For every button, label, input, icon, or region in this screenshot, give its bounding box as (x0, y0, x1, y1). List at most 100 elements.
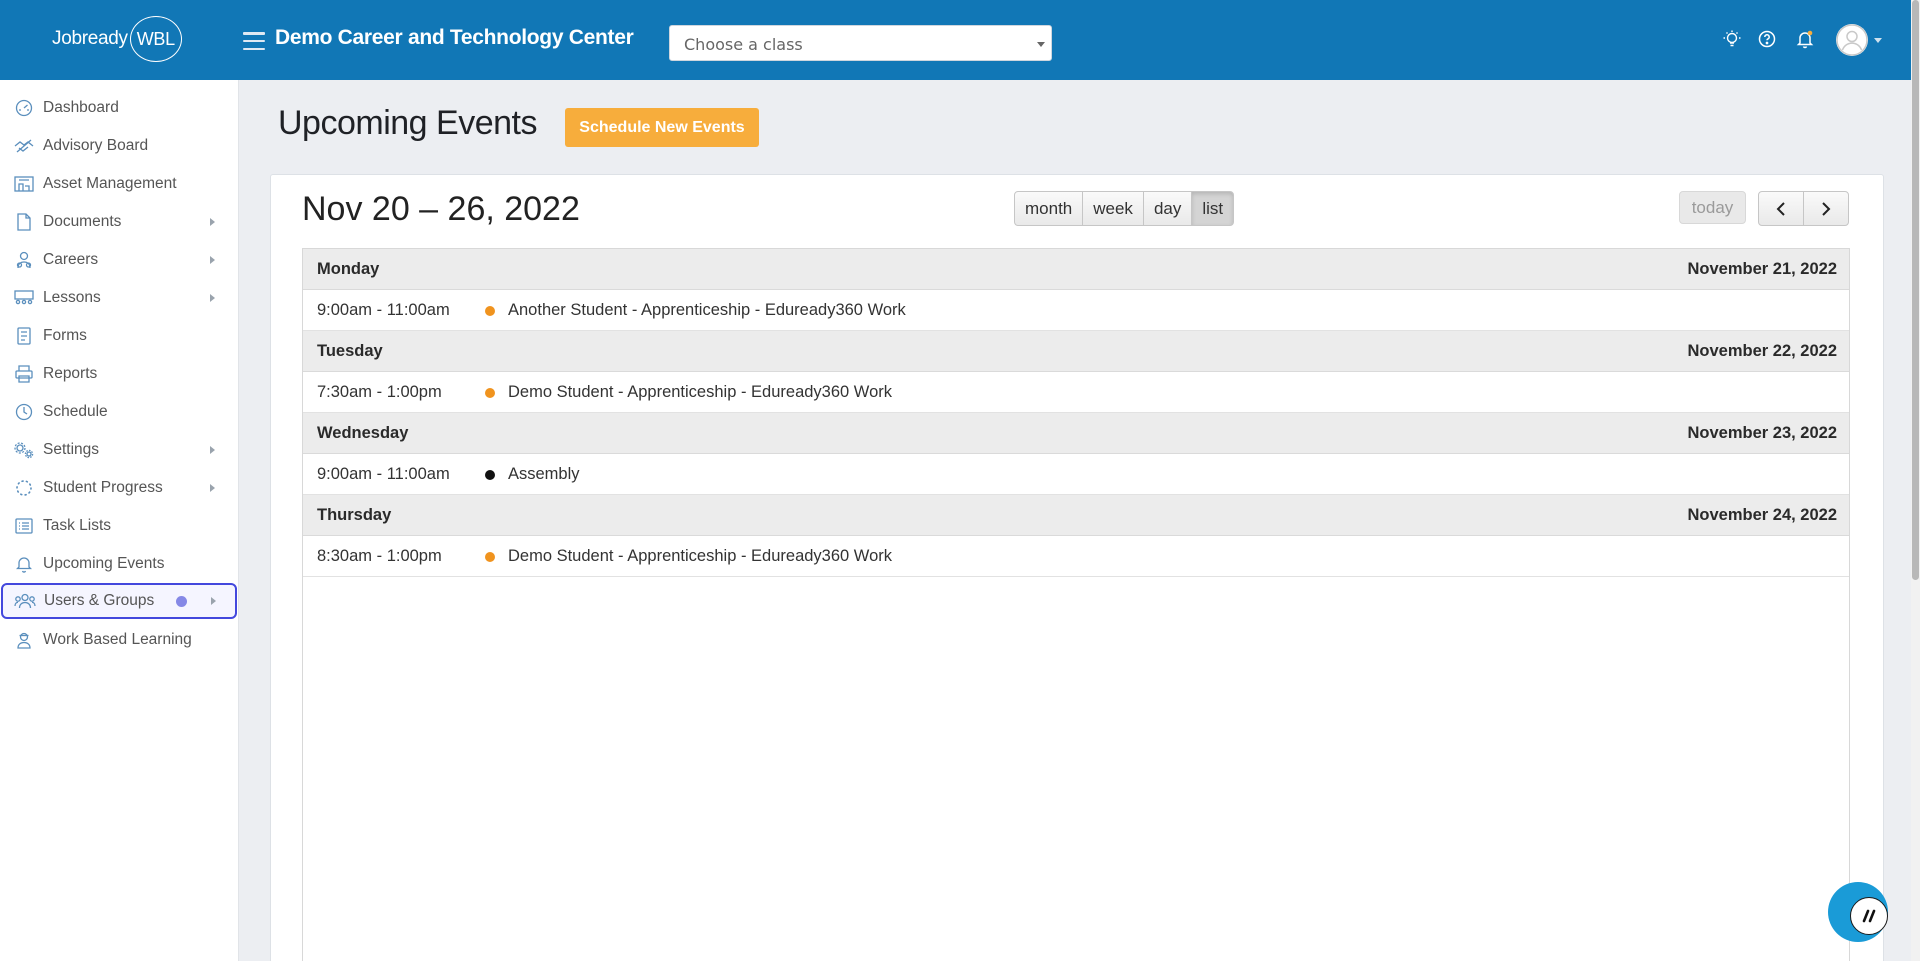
event-color-dot (485, 552, 495, 562)
lightbulb-icon[interactable] (1721, 28, 1743, 50)
event-row[interactable]: 7:30am - 1:00pm Demo Student - Apprentic… (303, 372, 1849, 413)
help-icon[interactable] (1756, 28, 1778, 50)
chevron-left-icon (1776, 201, 1785, 216)
gears-icon (13, 439, 35, 461)
chevron-right-icon (210, 484, 215, 492)
day-name: Wednesday (317, 424, 409, 442)
sidebar-item-label: Student Progress (43, 479, 163, 496)
bell-icon[interactable] (1794, 28, 1816, 50)
users-icon (14, 590, 36, 612)
sidebar-item-advisory-board[interactable]: Advisory Board (0, 129, 239, 163)
sidebar-item-label: Dashboard (43, 99, 119, 116)
sidebar-item-label: Reports (43, 365, 98, 382)
sidebar-item-label: Upcoming Events (43, 555, 165, 572)
organization-title: Demo Career and Technology Center (275, 26, 634, 49)
sidebar-item-asset-management[interactable]: Asset Management (0, 167, 239, 201)
day-header-thursday: Thursday November 24, 2022 (303, 495, 1849, 536)
chevron-right-icon (210, 256, 215, 264)
sidebar-item-schedule[interactable]: Schedule (0, 395, 239, 429)
sidebar-item-upcoming-events[interactable]: Upcoming Events (0, 547, 239, 581)
sidebar-item-label: Lessons (43, 289, 101, 306)
app-logo[interactable]: Jobready WBL (52, 15, 182, 63)
sidebar-item-reports[interactable]: Reports (0, 357, 239, 391)
event-list: Monday November 21, 2022 9:00am - 11:00a… (302, 248, 1850, 961)
event-title: Assembly (508, 465, 580, 483)
sidebar-item-label: Settings (43, 441, 100, 458)
event-color-dot (485, 306, 495, 316)
today-button[interactable]: today (1679, 191, 1746, 224)
day-header-tuesday: Tuesday November 22, 2022 (303, 331, 1849, 372)
sidebar-item-label: Asset Management (43, 175, 177, 192)
view-month-button[interactable]: month (1014, 191, 1084, 226)
event-row[interactable]: 8:30am - 1:00pm Demo Student - Apprentic… (303, 536, 1849, 577)
day-date: November 21, 2022 (1687, 260, 1837, 278)
handshake-icon (13, 135, 35, 157)
sidebar-item-lessons[interactable]: Lessons (0, 281, 239, 315)
event-color-dot (485, 388, 495, 398)
sidebar-item-settings[interactable]: Settings (0, 433, 239, 467)
sidebar-item-work-based-learning[interactable]: Work Based Learning (0, 623, 239, 657)
class-select-dropdown[interactable]: Choose a class (669, 25, 1052, 61)
list-icon (13, 515, 35, 537)
sidebar-item-documents[interactable]: Documents (0, 205, 239, 239)
sidebar-item-student-progress[interactable]: Student Progress (0, 471, 239, 505)
page-scrollbar-thumb[interactable] (1912, 0, 1919, 580)
event-time: 7:30am - 1:00pm (317, 383, 442, 401)
printer-icon (13, 363, 35, 385)
career-person-icon (13, 249, 35, 271)
event-time: 8:30am - 1:00pm (317, 547, 442, 565)
day-date: November 23, 2022 (1687, 424, 1837, 442)
sidebar-item-label: Work Based Learning (43, 631, 192, 648)
sidebar-item-careers[interactable]: Careers (0, 243, 239, 277)
event-title: Another Student - Apprenticeship - Edure… (508, 301, 906, 319)
day-header-wednesday: Wednesday November 23, 2022 (303, 413, 1849, 454)
calendar-view-switcher: month week day list (1014, 191, 1235, 226)
sidebar-item-forms[interactable]: Forms (0, 319, 239, 353)
user-menu-chevron-icon[interactable] (1874, 38, 1882, 43)
logo-badge: WBL (129, 16, 182, 62)
event-row[interactable]: 9:00am - 11:00am Another Student - Appre… (303, 290, 1849, 331)
event-row[interactable]: 9:00am - 11:00am Assembly (303, 454, 1849, 495)
form-icon (13, 325, 35, 347)
event-title: Demo Student - Apprenticeship - Eduready… (508, 383, 892, 401)
view-list-button[interactable]: list (1191, 191, 1235, 226)
page-title: Upcoming Events (278, 104, 537, 142)
prev-week-button[interactable] (1758, 191, 1804, 226)
view-day-button[interactable]: day (1142, 191, 1193, 226)
sidebar-item-label: Advisory Board (43, 137, 149, 154)
event-time: 9:00am - 11:00am (317, 465, 450, 483)
chevron-down-icon (1037, 42, 1045, 47)
chat-widget-icon[interactable] (1850, 897, 1888, 935)
worker-icon (13, 629, 35, 651)
schedule-new-events-button[interactable]: Schedule New Events (565, 108, 759, 147)
sidebar-item-task-lists[interactable]: Task Lists (0, 509, 239, 543)
progress-circle-icon (13, 477, 35, 499)
sidebar-item-label: Careers (43, 251, 99, 268)
user-avatar-icon[interactable] (1836, 24, 1868, 56)
event-time: 9:00am - 11:00am (317, 301, 450, 319)
day-date: November 24, 2022 (1687, 506, 1837, 524)
classroom-icon (13, 287, 35, 309)
chevron-right-icon (210, 446, 215, 454)
sidebar-nav: Dashboard Advisory Board Asset Managemen… (0, 80, 239, 961)
cursor-indicator-dot (176, 595, 187, 607)
calendar-range-title: Nov 20 – 26, 2022 (302, 190, 580, 228)
event-color-dot (485, 470, 495, 480)
clock-icon (13, 401, 35, 423)
top-header: Jobready WBL Demo Career and Technology … (0, 0, 1920, 80)
day-date: November 22, 2022 (1687, 342, 1837, 360)
day-name: Thursday (317, 506, 392, 524)
sidebar-item-users-groups[interactable]: Users & Groups (1, 583, 237, 619)
sidebar-item-label: Documents (43, 213, 122, 230)
document-icon (13, 211, 35, 233)
sidebar-item-dashboard[interactable]: Dashboard (0, 91, 239, 125)
next-week-button[interactable] (1803, 191, 1849, 226)
view-week-button[interactable]: week (1082, 191, 1144, 226)
hamburger-menu-icon[interactable] (243, 32, 265, 50)
event-title: Demo Student - Apprenticeship - Eduready… (508, 547, 892, 565)
speedometer-icon (13, 97, 35, 119)
chevron-right-icon (1822, 201, 1831, 216)
calendar-nav-arrows (1758, 191, 1849, 226)
class-select-placeholder: Choose a class (684, 35, 803, 54)
sidebar-item-label: Forms (43, 327, 87, 344)
